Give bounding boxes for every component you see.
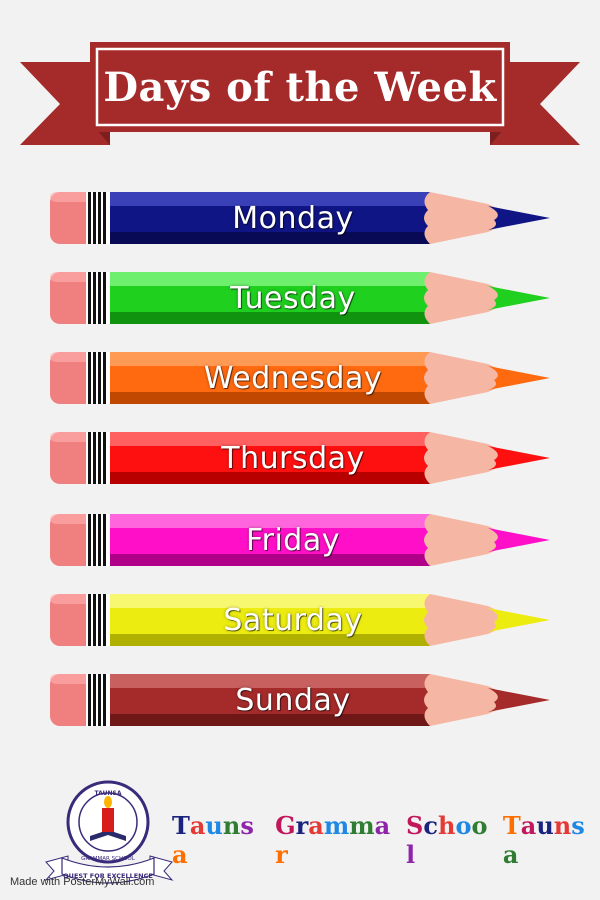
credit-text: Made with PosterMyWall.com	[10, 876, 155, 888]
title-banner: Days of the Week	[0, 0, 600, 160]
pencil-tip	[488, 528, 550, 552]
day-label: Monday	[232, 200, 354, 236]
logo-ring-text: GRAMMAR SCHOOL	[81, 856, 136, 862]
logo-top-text: TAUNSA	[95, 790, 122, 797]
candle-flame	[104, 796, 112, 808]
school-word: Grammar	[275, 811, 391, 869]
school-word: Taunsa	[172, 811, 254, 869]
pencil-list: Monday Tuesday Wednesday Thursday Friday…	[0, 190, 600, 750]
school-name: Taunsa Grammar School Taunsa	[172, 811, 592, 869]
school-word: Taunsa	[502, 811, 585, 869]
pencil-wednesday: Wednesday	[48, 350, 558, 406]
pencil-tuesday: Tuesday	[48, 270, 558, 326]
day-label: Sunday	[235, 682, 351, 718]
page-title: Days of the Week	[103, 63, 497, 111]
pencil-monday: Monday	[48, 190, 558, 246]
pencil-tip	[488, 608, 550, 632]
pencil-saturday: Saturday	[48, 592, 558, 648]
pencil-tip	[488, 366, 550, 390]
school-word: School	[406, 811, 488, 869]
candle-body	[102, 808, 114, 832]
day-label: Thursday	[221, 440, 365, 476]
day-label: Saturday	[223, 602, 363, 638]
day-label: Tuesday	[230, 280, 356, 316]
day-label: Friday	[246, 522, 340, 558]
pencil-tip	[488, 206, 550, 230]
pencil-tip	[488, 446, 550, 470]
pencil-sunday: Sunday	[48, 672, 558, 728]
pencil-thursday: Thursday	[48, 430, 558, 486]
day-label: Wednesday	[203, 360, 383, 396]
pencil-tip	[488, 286, 550, 310]
pencil-friday: Friday	[48, 512, 558, 568]
pencil-tip	[488, 688, 550, 712]
